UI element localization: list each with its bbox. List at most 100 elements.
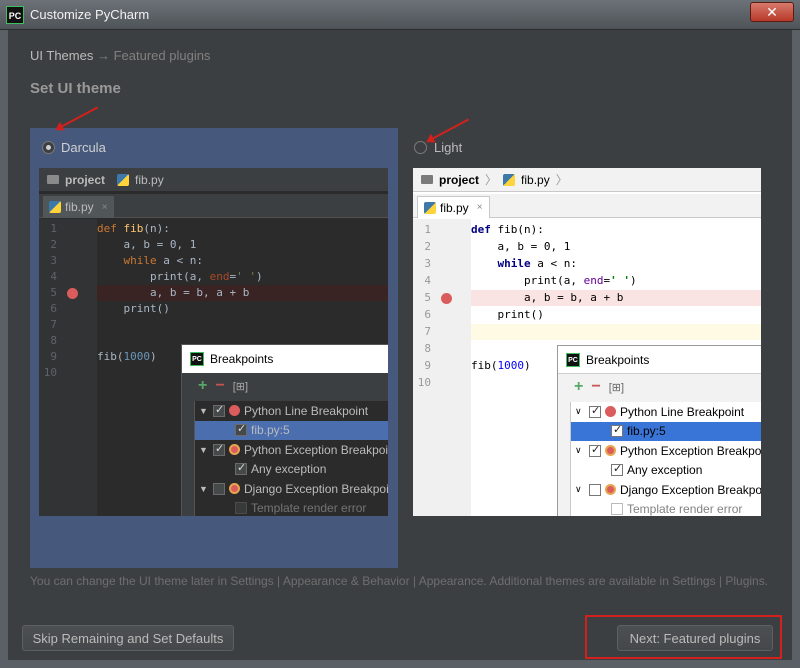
- tab-close-icon[interactable]: ×: [477, 202, 483, 213]
- add-icon[interactable]: +: [574, 378, 583, 396]
- nav-chevron-icon: 〉: [555, 173, 568, 187]
- chevron-down-icon[interactable]: ▼: [199, 445, 209, 455]
- chevron-down-icon[interactable]: ∨: [575, 406, 585, 417]
- python-file-icon: [424, 201, 436, 214]
- editor-tab-label: fib.py: [440, 200, 469, 215]
- group-icon[interactable]: [⊞]: [233, 380, 248, 393]
- darcula-radio[interactable]: [42, 141, 55, 154]
- code-line: a, b = 0, 1: [97, 238, 197, 251]
- skip-remaining-button[interactable]: Skip Remaining and Set Defaults: [22, 625, 234, 651]
- checkbox[interactable]: [611, 423, 623, 438]
- code-line: while a < n:: [471, 257, 577, 270]
- breadcrumb-next: Featured plugins: [113, 48, 211, 63]
- checkbox[interactable]: [235, 422, 247, 437]
- checkbox[interactable]: [213, 403, 225, 417]
- tab-close-icon[interactable]: ×: [102, 202, 108, 213]
- darcula-label[interactable]: Darcula: [61, 140, 106, 155]
- breadcrumb-current: UI Themes: [30, 48, 94, 63]
- close-button[interactable]: ✕: [750, 2, 794, 22]
- line-number: 8: [424, 342, 431, 355]
- tree-row[interactable]: ∨Python Line Breakpoint: [571, 402, 761, 422]
- tree-row[interactable]: ▼Python Line Breakpoint: [195, 401, 388, 421]
- code-line: a, b = 0, 1: [471, 240, 571, 253]
- tree-row[interactable]: Template render error: [195, 499, 388, 517]
- tree-row[interactable]: fib.py:5: [571, 421, 761, 441]
- chevron-down-icon[interactable]: ▼: [199, 484, 209, 494]
- light-label[interactable]: Light: [434, 140, 462, 155]
- line-number: 7: [424, 325, 431, 338]
- nav-file: fib.py: [135, 172, 164, 187]
- breakpoint-icon[interactable]: [441, 293, 452, 304]
- line-number: 4: [50, 270, 57, 283]
- tree-row[interactable]: ▼ Django Exception Breakpoi: [195, 479, 388, 499]
- tree-row[interactable]: Any exception: [195, 460, 388, 480]
- chevron-down-icon[interactable]: ▼: [199, 406, 209, 416]
- checkbox[interactable]: [611, 462, 623, 477]
- folder-icon: [47, 175, 59, 184]
- breadcrumb-separator: →: [96, 48, 110, 63]
- checkbox[interactable]: [611, 503, 623, 516]
- editor-gutter: 1 2 3 4 5 6 7 8 9 10: [39, 219, 97, 516]
- breakpoints-title: Breakpoints: [210, 352, 274, 366]
- checkbox[interactable]: [589, 483, 601, 496]
- editor-tab-bar: fib.py ×: [39, 194, 388, 218]
- line-number: 2: [424, 240, 431, 253]
- section-title: Set UI theme: [30, 80, 121, 97]
- line-number: 9: [50, 350, 57, 363]
- line-number: 10: [417, 376, 431, 389]
- checkbox[interactable]: [213, 482, 225, 495]
- chevron-down-icon[interactable]: ∨: [575, 484, 585, 495]
- breakpoints-toolbar: + − [⊞]: [558, 374, 761, 400]
- checkbox[interactable]: [235, 461, 247, 476]
- tree-row[interactable]: Any exception: [571, 461, 761, 481]
- checkbox[interactable]: [235, 502, 247, 515]
- checkbox[interactable]: [589, 404, 601, 418]
- python-file-icon: [49, 201, 61, 213]
- line-number: 1: [50, 222, 57, 235]
- navigation-bar: project fib.py: [39, 168, 388, 192]
- current-line: [471, 324, 761, 340]
- nav-project: project: [65, 172, 106, 187]
- code-line: print(): [471, 308, 544, 321]
- add-icon[interactable]: +: [198, 377, 207, 395]
- next-featured-plugins-button[interactable]: Next: Featured plugins: [617, 625, 773, 651]
- code-line: print(): [97, 302, 170, 315]
- tree-row[interactable]: ∨Python Exception Breakpoi: [571, 441, 761, 461]
- chevron-down-icon[interactable]: ∨: [575, 445, 585, 456]
- line-number: 6: [424, 308, 431, 321]
- code-line: def fib(n):: [471, 223, 544, 236]
- tree-row[interactable]: ▼Python Exception Breakpoi: [195, 440, 388, 460]
- code-line: print(a, end=' '): [471, 274, 637, 287]
- breakpoints-toolbar: + − [⊞]: [182, 373, 388, 399]
- darcula-preview: project fib.py fib.py × 1 2 3 4 5 6 7 8 …: [39, 168, 388, 516]
- breakpoints-tree: ∨Python Line Breakpoint fib.py:5 ∨Python…: [570, 402, 761, 516]
- folder-icon: [421, 175, 433, 184]
- nav-chevron-icon: 〉: [485, 173, 498, 187]
- light-radio[interactable]: [414, 141, 427, 154]
- line-number: 9: [424, 359, 431, 372]
- editor-tab[interactable]: fib.py ×: [43, 196, 114, 218]
- tree-row[interactable]: ∨ Django Exception Breakpoi: [571, 480, 761, 500]
- tree-row[interactable]: fib.py:5: [195, 420, 388, 440]
- pycharm-logo-icon: PC: [566, 352, 580, 367]
- light-preview: project 〉 fib.py 〉 fib.py × 1 2 3 4 5 6 …: [413, 168, 761, 516]
- group-icon[interactable]: [⊞]: [609, 381, 624, 394]
- breakpoint-icon[interactable]: [67, 288, 78, 299]
- remove-icon[interactable]: −: [215, 377, 224, 395]
- checkbox[interactable]: [213, 442, 225, 456]
- breadcrumb: UI Themes → Featured plugins: [30, 48, 210, 63]
- breakpoints-title: Breakpoints: [586, 352, 650, 367]
- breakpoints-dialog: PC Breakpoints + − [⊞] ∨Python Line Brea…: [557, 345, 761, 516]
- breakpoint-line: a, b = b, a + b: [97, 285, 388, 301]
- line-number: 4: [424, 274, 431, 287]
- breakpoint-icon: [229, 405, 240, 417]
- exception-breakpoint-icon: [229, 444, 240, 456]
- breakpoints-dialog-title: PC Breakpoints: [182, 345, 388, 373]
- remove-icon[interactable]: −: [591, 378, 600, 396]
- window-titlebar: PC Customize PyCharm ✕: [0, 0, 800, 30]
- breakpoints-dialog-title: PC Breakpoints: [558, 346, 761, 374]
- tree-row[interactable]: Template render error: [571, 500, 761, 516]
- editor-tab[interactable]: fib.py ×: [417, 196, 490, 218]
- checkbox[interactable]: [589, 443, 601, 457]
- line-number: 7: [50, 318, 57, 331]
